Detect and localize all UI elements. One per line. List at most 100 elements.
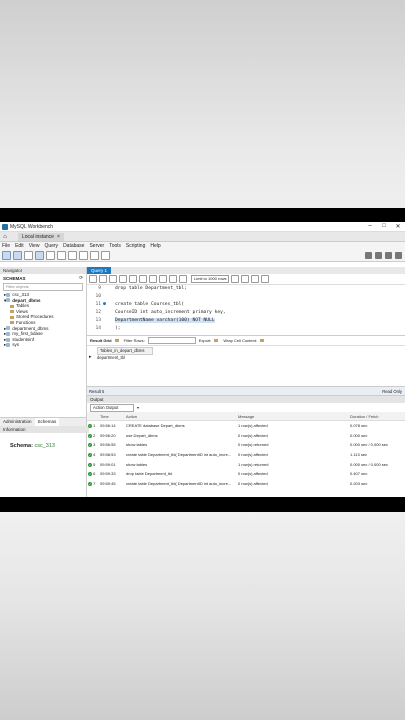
title-bar: MySQL Workbench – □ ✕ <box>0 222 405 232</box>
tab-query-1[interactable]: Query 1 <box>87 267 112 274</box>
col-duration: Duration / Fetch <box>349 412 405 421</box>
line-number: 12 <box>95 310 101 315</box>
main-toolbar <box>0 250 405 262</box>
menu-query[interactable]: Query <box>44 243 58 249</box>
menu-bar: File Edit View Query Database Server Too… <box>0 242 405 250</box>
minimize-icon[interactable]: – <box>363 223 377 230</box>
result-status-bar: Result 5 Read Only <box>87 386 405 396</box>
sql-editor[interactable]: 9 drop table Department_tbl; 10 11 ● cre… <box>87 285 405 336</box>
menu-edit[interactable]: Edit <box>15 243 24 249</box>
workbench-app-icon <box>2 223 8 230</box>
output-row[interactable]: ✓ 5 09:59:01 show tables 1 row(s) return… <box>87 459 405 469</box>
home-icon[interactable]: ⌂ <box>0 234 10 240</box>
success-check-icon: ✓ <box>88 453 92 458</box>
tab-schemas[interactable]: Schemas <box>34 418 60 426</box>
export-icon[interactable] <box>214 339 219 342</box>
create-schema-icon[interactable] <box>35 251 44 260</box>
query-tabs: Query 1 <box>87 267 405 274</box>
refresh-icon[interactable]: ⟳ <box>79 275 83 281</box>
connection-tab-label: Local instance <box>22 233 54 240</box>
toggle-output-icon[interactable] <box>385 252 392 259</box>
open-inspector-icon[interactable] <box>24 251 33 260</box>
schema-value: csc_313 <box>34 443 55 449</box>
reconnect-icon[interactable] <box>101 251 110 260</box>
execute-current-icon[interactable] <box>119 275 127 283</box>
open-file-icon[interactable] <box>89 275 97 283</box>
blurred-background-top <box>0 0 405 210</box>
wrap-lines-icon[interactable] <box>261 275 270 283</box>
result-tab[interactable]: Result 5 <box>89 389 104 394</box>
open-sql-script-icon[interactable] <box>13 251 22 260</box>
connection-tab[interactable]: Local instance × <box>18 232 64 241</box>
rollback-icon[interactable] <box>169 275 177 283</box>
column-header[interactable]: Tables_in_depart_dbms <box>97 347 153 355</box>
menu-database[interactable]: Database <box>63 243 84 249</box>
invisible-chars-icon[interactable] <box>251 275 260 283</box>
execute-icon[interactable] <box>109 275 117 283</box>
output-row[interactable]: ✓ 3 09:56:55 show tables 0 row(s) return… <box>87 440 405 450</box>
menu-scripting[interactable]: Scripting <box>126 243 145 249</box>
maximize-icon[interactable]: □ <box>377 223 391 230</box>
success-check-icon: ✓ <box>88 481 92 486</box>
menu-file[interactable]: File <box>2 243 10 249</box>
autocommit-icon[interactable] <box>179 275 187 283</box>
menu-view[interactable]: View <box>29 243 40 249</box>
window-title: MySQL Workbench <box>10 223 54 230</box>
filter-rows-label: Filter Rows: <box>123 338 145 343</box>
search-table-data-icon[interactable] <box>90 251 99 260</box>
chevron-down-icon[interactable]: ▾ <box>137 405 139 410</box>
menu-server[interactable]: Server <box>89 243 104 249</box>
create-table-icon[interactable] <box>46 251 55 260</box>
close-icon[interactable]: ✕ <box>391 223 405 230</box>
create-procedure-icon[interactable] <box>68 251 77 260</box>
row-pointer-icon: ▸ <box>89 354 92 360</box>
toggle-secondary-sidebar-icon[interactable] <box>395 252 402 259</box>
close-tab-icon[interactable]: × <box>57 233 60 241</box>
commit-icon[interactable] <box>159 275 167 283</box>
action-output-select[interactable]: Action Output <box>90 403 134 412</box>
output-row[interactable]: ✓ 1 09:56:14 CREATE database Depart_dbms… <box>87 421 405 431</box>
wrap-cell-icon[interactable] <box>260 339 265 342</box>
table-row[interactable]: department_tbl <box>97 355 125 360</box>
output-row[interactable]: ✓ 2 09:56:20 use Depart_dbms 0 row(s) af… <box>87 431 405 441</box>
toggle-continue-icon[interactable] <box>149 275 157 283</box>
save-icon[interactable] <box>99 275 107 283</box>
schemas-label: SCHEMAS <box>3 275 26 281</box>
toggle-sidebar-icon[interactable] <box>375 252 382 259</box>
statement-marker-icon: ● <box>103 301 107 307</box>
output-selector-row: Action Output ▾ <box>87 403 405 412</box>
filter-objects-input[interactable]: Filter objects <box>3 283 83 291</box>
database-icon <box>6 326 11 331</box>
col-status <box>87 412 99 421</box>
menu-tools[interactable]: Tools <box>109 243 121 249</box>
filter-rows-input[interactable] <box>147 337 196 344</box>
database-icon <box>6 292 11 297</box>
limit-rows-select[interactable]: Limit to 1000 rows <box>191 275 230 283</box>
output-row[interactable]: ✓ 7 09:59:45 create table Department_tbl… <box>87 479 405 489</box>
output-row[interactable]: ✓ 4 09:58:53 create table Department_tbl… <box>87 450 405 460</box>
settings-icon[interactable] <box>365 252 372 259</box>
tree-item-sys[interactable]: ▸ sys <box>0 342 86 348</box>
tab-administration[interactable]: Administration <box>0 418 35 426</box>
explain-icon[interactable] <box>129 275 137 283</box>
output-header-row: Time Action Message Duration / Fetch <box>87 412 405 421</box>
find-icon[interactable] <box>241 275 250 283</box>
beautify-icon[interactable] <box>231 275 240 283</box>
new-sql-tab-icon[interactable] <box>2 251 11 260</box>
grid-icon[interactable] <box>114 339 119 342</box>
folder-icon <box>10 304 14 308</box>
line-number: 11 <box>95 302 101 307</box>
create-view-icon[interactable] <box>57 251 66 260</box>
code-line: DepartmentName varchar(100) NOT NULL <box>115 318 215 323</box>
code-line: drop table Department_tbl; <box>115 286 187 291</box>
col-time: Time <box>99 412 125 421</box>
workbench-window: MySQL Workbench – □ ✕ ⌂ Local instance ×… <box>0 222 405 497</box>
read-only-indicator: Read Only <box>382 388 402 394</box>
create-function-icon[interactable] <box>79 251 88 260</box>
stop-icon[interactable] <box>139 275 147 283</box>
database-icon <box>6 337 11 342</box>
output-row[interactable]: ✓ 6 09:59:33 drop table Department_tbl 0… <box>87 469 405 479</box>
menu-help[interactable]: Help <box>150 243 160 249</box>
navigator-header: Navigator <box>0 267 86 274</box>
schema-info: Schema: csc_313 <box>10 443 55 449</box>
